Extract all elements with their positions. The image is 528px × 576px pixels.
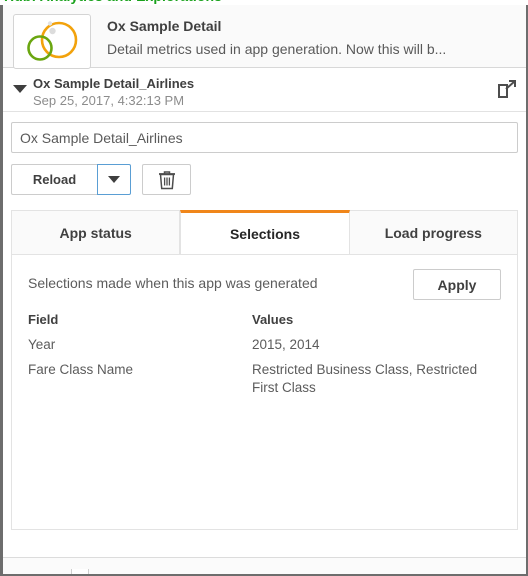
table-header-row: Field Values (28, 312, 501, 336)
cell-values: Restricted Business Class, Restricted Fi… (252, 362, 478, 395)
caret-down-icon[interactable] (11, 76, 29, 98)
tab-app-status[interactable]: App status (11, 210, 181, 254)
task-timestamp: Sep 25, 2017, 4:32:13 PM (33, 93, 185, 108)
details-panel: Ox Sample Detail Detail metrics used in … (3, 5, 526, 558)
two-circles-icon (27, 21, 78, 61)
task-meta: Ox Sample Detail_Airlines Sep 25, 2017, … (33, 76, 496, 109)
window-bottom-strip (3, 557, 526, 574)
app-details-window: Ox Sample Detail Detail metrics used in … (0, 5, 528, 576)
table-row: Year 2015, 2014 (28, 336, 501, 361)
tab-selections[interactable]: Selections (180, 210, 350, 254)
external-link-icon[interactable] (496, 78, 518, 100)
tab-bar: App status Selections Load progress (11, 210, 518, 254)
selections-table: Field Values Year 2015, 2014 Fare Class … (28, 312, 501, 404)
task-row[interactable]: Ox Sample Detail_Airlines Sep 25, 2017, … (3, 68, 526, 112)
table-row: Fare Class Name Restricted Business Clas… (28, 361, 501, 404)
selections-header: Selections made when this app was genera… (28, 269, 501, 300)
cell-values: 2015, 2014 (252, 337, 320, 352)
delete-button[interactable] (142, 164, 191, 195)
cell-field: Fare Class Name (28, 362, 134, 377)
app-name-input[interactable] (11, 122, 518, 153)
cell-field: Year (28, 337, 56, 352)
name-row (3, 112, 526, 153)
app-meta: Ox Sample Detail Detail metrics used in … (107, 14, 516, 60)
column-header-field: Field (28, 312, 59, 327)
task-name: Ox Sample Detail_Airlines (33, 76, 195, 91)
selections-note: Selections made when this app was genera… (28, 275, 318, 291)
reload-button[interactable]: Reload (11, 164, 97, 195)
bottom-tab-stub[interactable] (71, 569, 89, 574)
app-header: Ox Sample Detail Detail metrics used in … (3, 5, 526, 69)
app-thumbnail (13, 14, 91, 69)
apply-button[interactable]: Apply (413, 269, 501, 300)
trash-icon (158, 170, 175, 189)
cut-off-text: Hub: Analytics and Explorations (4, 0, 222, 4)
selections-tab-content: Selections made when this app was genera… (11, 254, 518, 530)
reload-split-button: Reload (11, 164, 131, 195)
action-button-row: Reload (3, 153, 526, 195)
column-header-values: Values (252, 312, 294, 327)
tab-load-progress[interactable]: Load progress (349, 210, 518, 254)
app-title: Ox Sample Detail (107, 18, 222, 34)
app-description: Detail metrics used in app generation. N… (107, 41, 447, 57)
caret-down-icon (108, 176, 120, 183)
reload-dropdown-button[interactable] (97, 164, 131, 195)
